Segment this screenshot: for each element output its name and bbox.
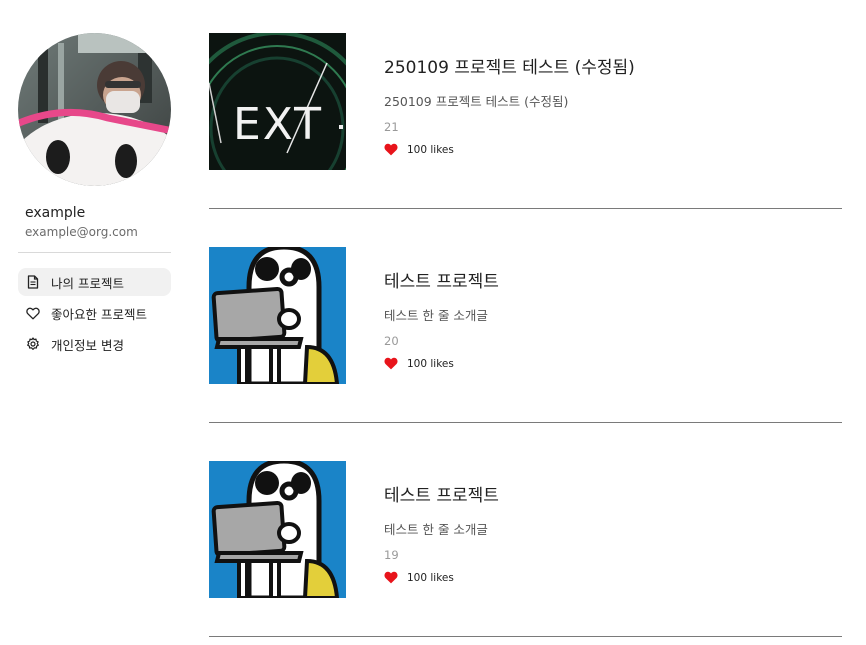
likes-count: 100 likes <box>407 357 454 370</box>
next-logo-image: EXT <box>209 33 346 170</box>
project-title[interactable]: 250109 프로젝트 테스트 (수정됨) <box>384 53 635 78</box>
project-count: 19 <box>384 548 399 562</box>
document-icon <box>26 275 40 289</box>
project-thumbnail[interactable] <box>209 461 346 598</box>
profile-menu: 나의 프로젝트 좋아요한 프로젝트 개인정보 변경 <box>18 268 171 358</box>
heart-icon[interactable] <box>384 357 398 370</box>
project-subtitle: 250109 프로젝트 테스트 (수정됨) <box>384 94 569 109</box>
menu-item-my-projects[interactable]: 나의 프로젝트 <box>18 268 171 296</box>
menu-item-edit-profile[interactable]: 개인정보 변경 <box>18 330 171 358</box>
menu-item-label: 개인정보 변경 <box>51 337 124 353</box>
heart-icon[interactable] <box>384 143 398 156</box>
project-list: EXT 250109 프로젝트 테스트 (수정됨) 250109 프로젝트 테스… <box>209 33 842 645</box>
project-thumbnail[interactable]: EXT <box>209 33 346 170</box>
project-subtitle: 테스트 한 줄 소개글 <box>384 308 488 323</box>
sidebar-divider <box>18 252 171 253</box>
likes-row: 100 likes <box>384 357 499 370</box>
cartoon-laptop-image <box>209 461 346 598</box>
sidebar: example example@org.com 나의 프로젝트 좋아요한 프로젝… <box>18 33 171 361</box>
project-card[interactable]: 테스트 프로젝트 테스트 한 줄 소개글 19 100 likes <box>209 461 842 645</box>
gear-icon <box>26 337 40 351</box>
next-logo-text: EXT <box>233 99 323 150</box>
avatar-photo <box>18 33 171 186</box>
project-title[interactable]: 테스트 프로젝트 <box>384 481 499 506</box>
project-info: 250109 프로젝트 테스트 (수정됨) 250109 프로젝트 테스트 (수… <box>384 53 635 156</box>
project-title[interactable]: 테스트 프로젝트 <box>384 267 499 292</box>
user-email: example@org.com <box>25 225 138 239</box>
menu-item-label: 나의 프로젝트 <box>51 275 124 291</box>
card-divider <box>209 636 842 637</box>
menu-item-liked-projects[interactable]: 좋아요한 프로젝트 <box>18 299 171 327</box>
project-info: 테스트 프로젝트 테스트 한 줄 소개글 20 100 likes <box>384 267 499 370</box>
project-info: 테스트 프로젝트 테스트 한 줄 소개글 19 100 likes <box>384 481 499 584</box>
project-subtitle: 테스트 한 줄 소개글 <box>384 522 488 537</box>
likes-row: 100 likes <box>384 143 635 156</box>
heart-outline-icon <box>26 306 40 320</box>
likes-count: 100 likes <box>407 571 454 584</box>
project-card[interactable]: 테스트 프로젝트 테스트 한 줄 소개글 20 100 likes <box>209 247 842 461</box>
likes-row: 100 likes <box>384 571 499 584</box>
menu-item-label: 좋아요한 프로젝트 <box>51 306 147 322</box>
heart-icon[interactable] <box>384 571 398 584</box>
likes-count: 100 likes <box>407 143 454 156</box>
user-name: example <box>25 205 86 221</box>
project-count: 20 <box>384 334 399 348</box>
cartoon-laptop-image <box>209 247 346 384</box>
avatar[interactable] <box>18 33 171 186</box>
project-card[interactable]: EXT 250109 프로젝트 테스트 (수정됨) 250109 프로젝트 테스… <box>209 33 842 247</box>
card-divider <box>209 422 842 423</box>
project-count: 21 <box>384 120 399 134</box>
project-thumbnail[interactable] <box>209 247 346 384</box>
card-divider <box>209 208 842 209</box>
